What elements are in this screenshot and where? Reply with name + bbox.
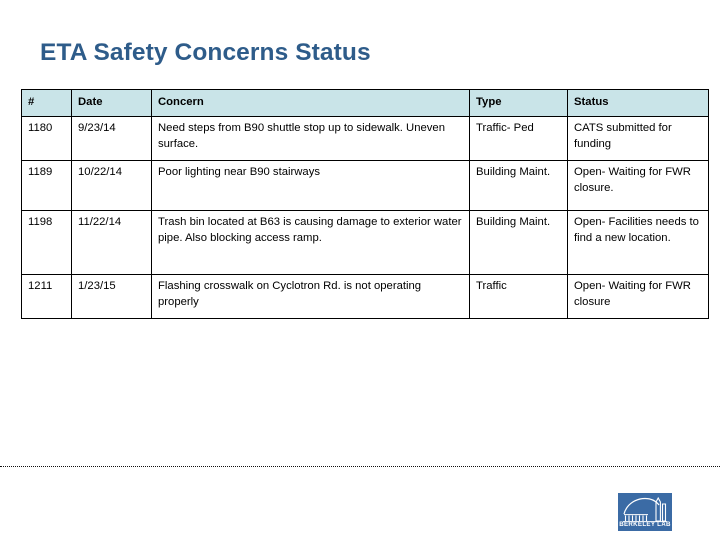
cell-status: Open- Waiting for FWR closure. bbox=[567, 160, 709, 212]
table-row: 1211 1/23/15 Flashing crosswalk on Cyclo… bbox=[21, 274, 709, 320]
berkeley-lab-logo-text: BERKELEY LAB bbox=[619, 521, 671, 528]
cell-type: Traffic- Ped bbox=[469, 116, 568, 162]
table-row: 1189 10/22/14 Poor lighting near B90 sta… bbox=[21, 160, 709, 212]
cell-type: Building Maint. bbox=[469, 210, 568, 276]
table-header-row: # Date Concern Type Status bbox=[21, 88, 709, 118]
cell-status: Open- Facilities needs to find a new loc… bbox=[567, 210, 709, 276]
cell-number: 1189 bbox=[21, 160, 72, 212]
cell-concern: Trash bin located at B63 is causing dama… bbox=[151, 210, 470, 276]
column-header-status: Status bbox=[567, 88, 709, 118]
column-header-number: # bbox=[21, 88, 72, 118]
cell-number: 1198 bbox=[21, 210, 72, 276]
slide-canvas: ETA Safety Concerns Status # Date Concer… bbox=[0, 0, 720, 540]
table-row: 1180 9/23/14 Need steps from B90 shuttle… bbox=[21, 116, 709, 162]
berkeley-lab-logo: BERKELEY LAB bbox=[618, 493, 672, 531]
cell-date: 1/23/15 bbox=[71, 274, 152, 320]
cell-status: CATS submitted for funding bbox=[567, 116, 709, 162]
column-header-concern: Concern bbox=[151, 88, 470, 118]
safety-concerns-table: # Date Concern Type Status 1180 9/23/14 … bbox=[21, 88, 709, 320]
cell-concern: Poor lighting near B90 stairways bbox=[151, 160, 470, 212]
cell-type: Building Maint. bbox=[469, 160, 568, 212]
column-header-date: Date bbox=[71, 88, 152, 118]
column-header-type: Type bbox=[469, 88, 568, 118]
table-row: 1198 11/22/14 Trash bin located at B63 i… bbox=[21, 210, 709, 276]
cell-number: 1211 bbox=[21, 274, 72, 320]
cell-date: 9/23/14 bbox=[71, 116, 152, 162]
safety-concerns-table-container: # Date Concern Type Status 1180 9/23/14 … bbox=[21, 88, 709, 320]
cell-type: Traffic bbox=[469, 274, 568, 320]
cell-date: 11/22/14 bbox=[71, 210, 152, 276]
cell-status: Open- Waiting for FWR closure bbox=[567, 274, 709, 320]
cell-date: 10/22/14 bbox=[71, 160, 152, 212]
cell-concern: Flashing crosswalk on Cyclotron Rd. is n… bbox=[151, 274, 470, 320]
footer-divider bbox=[0, 466, 720, 467]
cell-concern: Need steps from B90 shuttle stop up to s… bbox=[151, 116, 470, 162]
cell-number: 1180 bbox=[21, 116, 72, 162]
page-title: ETA Safety Concerns Status bbox=[40, 39, 371, 66]
